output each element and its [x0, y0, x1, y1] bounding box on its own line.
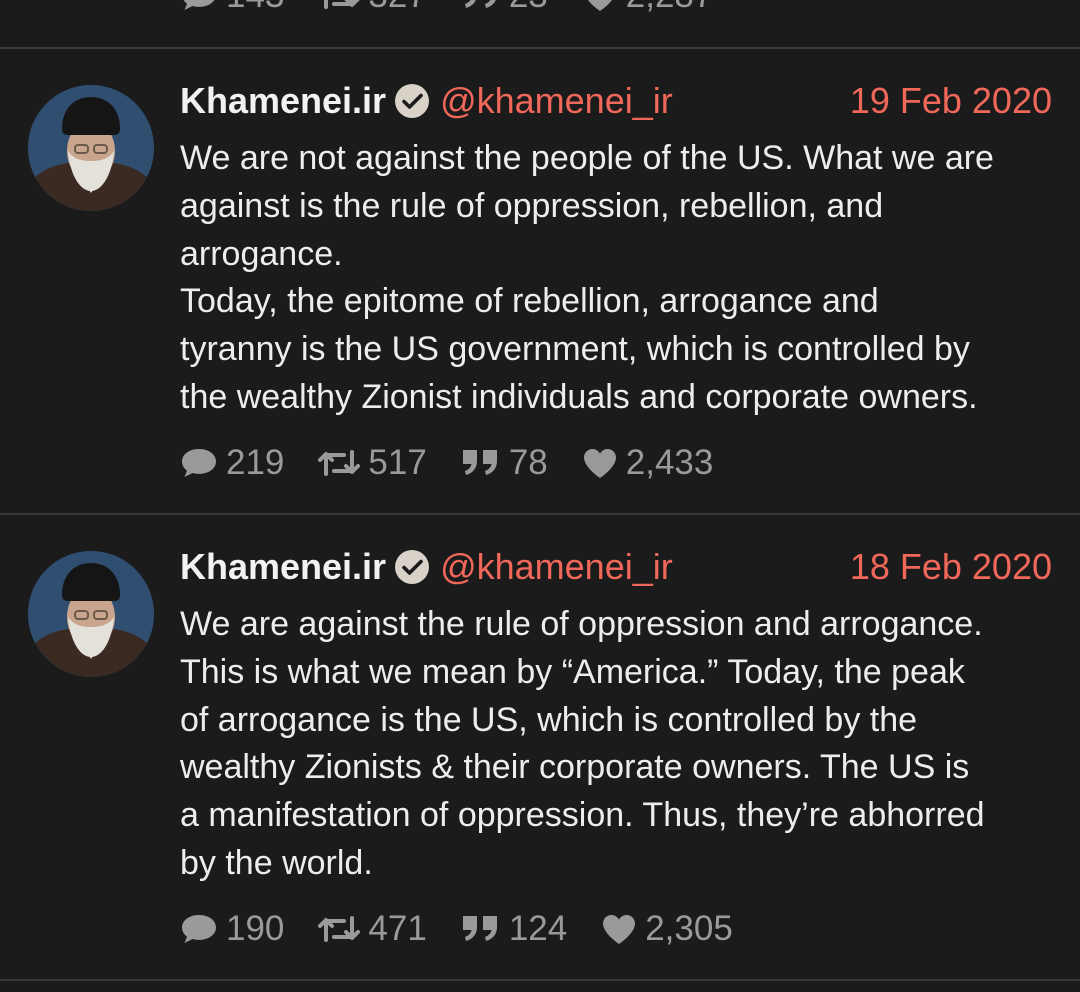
- retweet-icon: [318, 450, 361, 476]
- tweet-header: Khamenei.ir @khamenei_ir 18 Feb 2020: [180, 545, 1052, 589]
- tweet[interactable]: Khamenei.ir @khamenei_ir 19 Feb 2020 We a…: [0, 49, 1080, 515]
- reply-stat[interactable]: 190: [180, 905, 284, 953]
- retweet-stat[interactable]: 327: [318, 0, 427, 20]
- tweet-stats: 190 471 124 2,305: [180, 905, 767, 953]
- heart-icon: [603, 915, 636, 944]
- user-handle[interactable]: @khamenei_ir: [440, 80, 673, 121]
- like-count: 2,287: [626, 0, 714, 20]
- retweet-stat[interactable]: 471: [318, 905, 427, 953]
- heart-icon: [583, 449, 616, 478]
- quote-stat[interactable]: 23: [461, 0, 548, 20]
- like-stat[interactable]: 2,287: [582, 0, 714, 20]
- tweet[interactable]: Khamenei.ir @khamenei_ir 18 Feb 2020 We a…: [0, 515, 1080, 981]
- retweet-icon: [318, 916, 361, 942]
- like-count: 2,305: [645, 909, 733, 948]
- retweet-count: 517: [368, 443, 427, 482]
- tweet-date[interactable]: 18 Feb 2020: [850, 545, 1052, 589]
- verified-check-icon: [395, 84, 430, 118]
- speech-bubble-icon: [183, 0, 215, 10]
- speech-bubble-icon: [182, 915, 216, 943]
- reply-count: 143: [226, 0, 284, 20]
- speech-bubble-icon: [182, 449, 216, 477]
- reply-stat[interactable]: 219: [180, 439, 284, 487]
- quote-icon: [462, 916, 497, 941]
- tweet-date[interactable]: 19 Feb 2020: [850, 79, 1052, 123]
- retweet-count: 327: [368, 0, 426, 20]
- quote-count: 124: [508, 909, 568, 948]
- previous-tweet-stats: 143 327 23 2,287: [180, 0, 747, 20]
- user-handle[interactable]: @khamenei_ir: [440, 546, 673, 587]
- like-stat[interactable]: 2,305: [601, 905, 733, 953]
- quote-stat[interactable]: 78: [461, 439, 548, 487]
- avatar[interactable]: [28, 551, 154, 677]
- retweet-stat[interactable]: 517: [318, 439, 427, 487]
- avatar[interactable]: [28, 85, 154, 211]
- quote-icon: [464, 0, 496, 8]
- quote-count: 78: [508, 443, 548, 482]
- like-stat[interactable]: 2,433: [582, 439, 714, 487]
- like-count: 2,433: [625, 443, 714, 482]
- quote-count: 23: [509, 0, 548, 20]
- tweet-text: We are against the rule of oppression an…: [180, 605, 985, 882]
- retweet-icon: [324, 0, 361, 9]
- tweet-text: We are not against the people of the US.…: [180, 139, 994, 416]
- tweet-header: Khamenei.ir @khamenei_ir 19 Feb 2020: [180, 79, 1052, 123]
- tweet-stats: 219 517 78 2,433: [180, 439, 747, 487]
- retweet-count: 471: [368, 909, 427, 948]
- heart-icon: [587, 0, 612, 11]
- previous-tweet-partial: 143 327 23 2,287: [0, 0, 1080, 49]
- display-name[interactable]: Khamenei.ir: [180, 80, 386, 121]
- quote-stat[interactable]: 124: [461, 905, 567, 953]
- display-name[interactable]: Khamenei.ir: [180, 546, 386, 587]
- verified-check-icon: [395, 550, 430, 584]
- reply-count: 219: [226, 443, 285, 482]
- reply-count: 190: [226, 909, 285, 948]
- reply-stat[interactable]: 143: [180, 0, 284, 20]
- quote-icon: [462, 450, 497, 475]
